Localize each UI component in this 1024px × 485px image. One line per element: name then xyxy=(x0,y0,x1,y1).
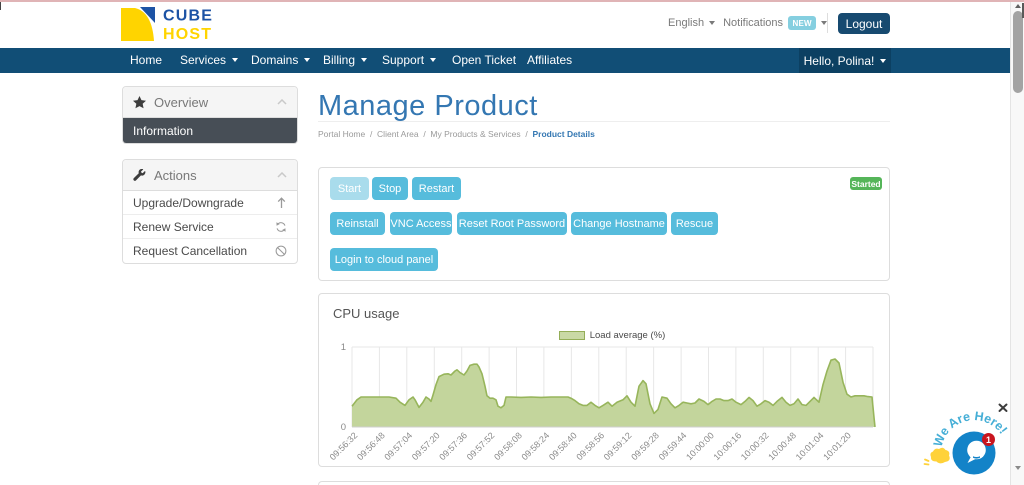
svg-text:10:00:00: 10:00:00 xyxy=(684,430,716,462)
svg-text:10:01:04: 10:01:04 xyxy=(794,430,826,462)
svg-text:09:59:44: 09:59:44 xyxy=(657,430,689,462)
svg-text:09:57:52: 09:57:52 xyxy=(465,430,497,462)
svg-text:10:01:20: 10:01:20 xyxy=(821,430,853,462)
svg-text:09:57:04: 09:57:04 xyxy=(382,430,414,462)
svg-text:09:58:24: 09:58:24 xyxy=(519,430,551,462)
svg-text:10:00:32: 10:00:32 xyxy=(739,430,771,462)
svg-text:10:00:48: 10:00:48 xyxy=(766,430,798,462)
svg-text:CUBE: CUBE xyxy=(163,8,213,25)
svg-text:09:56:32: 09:56:32 xyxy=(328,430,360,462)
svg-text:09:59:28: 09:59:28 xyxy=(629,430,661,462)
svg-text:1: 1 xyxy=(986,435,991,445)
svg-text:09:58:56: 09:58:56 xyxy=(574,430,606,462)
svg-text:0: 0 xyxy=(341,422,346,433)
svg-text:09:58:40: 09:58:40 xyxy=(547,430,579,462)
svg-text:09:58:08: 09:58:08 xyxy=(492,430,524,462)
svg-text:09:57:36: 09:57:36 xyxy=(437,430,469,462)
svg-text:1: 1 xyxy=(341,342,346,353)
svg-text:09:57:20: 09:57:20 xyxy=(410,430,442,462)
svg-text:09:59:12: 09:59:12 xyxy=(602,430,634,462)
svg-text:09:56:48: 09:56:48 xyxy=(355,430,387,462)
svg-text:HOST: HOST xyxy=(163,26,212,43)
svg-text:10:00:16: 10:00:16 xyxy=(711,430,743,462)
